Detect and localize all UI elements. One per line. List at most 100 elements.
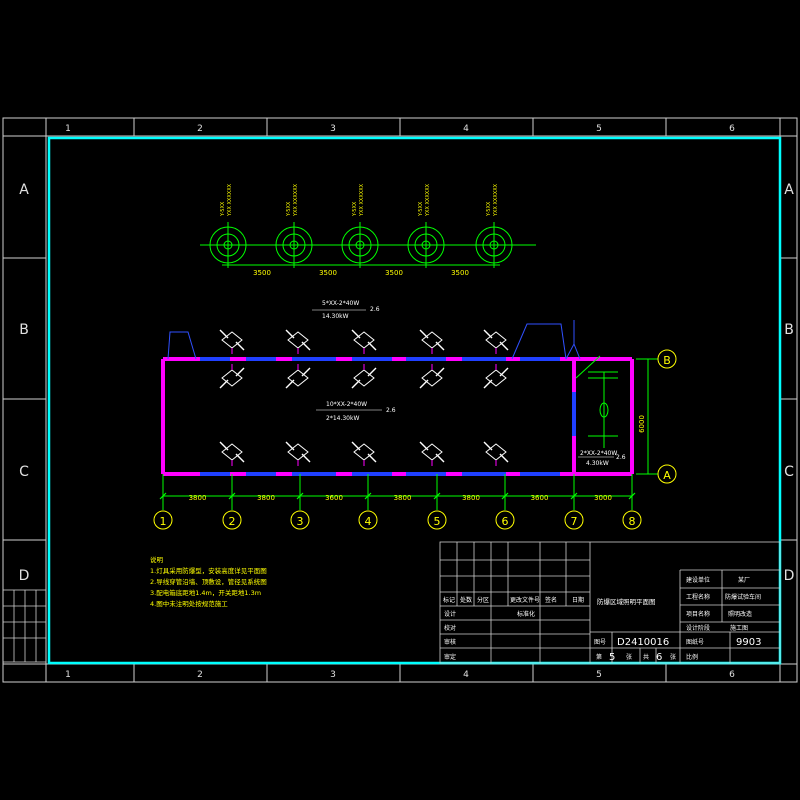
circuit-2-power: 2*14.30kW [326,415,359,422]
right-row-value: 防爆试验车间 [725,593,761,601]
right-row-label: 工程名称 [686,593,710,601]
notes-line: 3.配电箱底距地1.4m，开关距地1.3m [150,588,261,597]
left-margin-table [2,589,47,663]
cad-drawing: 1 2 3 4 5 6 1 2 3 4 5 6 A B C D A B C D … [2,117,798,683]
axis-letter-a: A [663,469,671,482]
light-fixture [483,441,509,466]
sheet-label: 张 [670,653,676,661]
right-row-label: 建设单位 [686,576,710,584]
axis-number: 2 [229,515,236,528]
drawing-title: 防爆区域照明平面图 [597,597,656,606]
lamp-label: Y-5XX [220,201,226,217]
circuit-1-power: 14.30kW [322,313,349,320]
col-label-bottom: 3 [330,670,336,680]
notes: 说明 1.灯具采用防爆型，安装高度详见平面图 2.导线穿管沿墙、顶敷设，管径见系… [150,555,267,608]
axis-grid: 1 3800 2 3800 3 3600 4 3800 5 3800 6 3600 7 3000 8 [153,474,642,530]
lamp-symbol: Y-5XX YXX XXXXXX [407,183,445,268]
light-fixture [483,364,509,389]
drawing-code: 9903 [736,637,761,648]
row-label-right: D [784,568,795,584]
lamp-sublabel: YXX XXXXXX [293,183,299,217]
sign-row: 审定 [444,653,456,661]
light-fixture [285,441,311,466]
axis-number: 3 [297,515,304,528]
light-fixture [351,364,377,389]
sign-row: 校对 [444,624,456,632]
axis-number: 4 [365,515,372,528]
light-fixture [419,329,445,354]
col-label-top: 5 [596,124,602,134]
sheet-frame [2,117,798,683]
std-label: 标准化 [517,610,535,618]
code-label: 图纸号 [686,638,704,646]
grid-spacing: 3800 [257,494,275,502]
grid-spacing: 3800 [462,494,480,502]
lamp-spacing: 3500 [385,269,403,277]
col-label-bottom: 2 [197,670,203,680]
drawing-no-label: 图号 [594,639,606,646]
lamp-sublabel: YXX XXXXXX [227,183,233,217]
title-block: 标记 处数 分区 更改文件号 签名 日期 设计 校对 审核 审定 标准化 防爆区… [439,541,781,664]
grid-spacing: 3600 [325,494,343,502]
col-label-top: 3 [330,124,336,134]
light-fixture [285,329,311,354]
rev-header: 分区 [477,596,489,604]
lamp-sublabel: YXX XXXXXX [493,183,499,217]
lamp-label: Y-5XX [418,201,424,217]
sign-row: 审核 [444,638,456,646]
axis-number: 6 [502,515,509,528]
sheet-label: 张 [626,653,632,661]
right-row-value: 施工图 [730,624,748,632]
light-fixture [219,329,245,354]
circuit-annotations: 5*XX-2*40W 2.6 14.30kW 10*XX-2*40W 2.6 2… [312,300,626,467]
col-label-bottom: 5 [596,670,602,680]
row-label-right: C [784,464,794,480]
col-label-top: 1 [65,124,71,134]
light-fixture [351,441,377,466]
row-label-left: B [19,322,29,338]
lamp-symbol: Y-5XX YXX XXXXXX [209,183,247,268]
notes-title: 说明 [150,555,164,564]
circuit-1-text: 5*XX-2*40W [322,300,359,307]
lamp-spacing: 3500 [451,269,469,277]
right-row-label: 项目名称 [686,610,710,618]
circuit-3-tag: 2.6 [616,454,626,461]
circuit-2-tag: 2.6 [386,407,396,414]
col-label-bottom: 6 [729,670,735,680]
axis-letters: B A [657,349,677,484]
col-label-top: 6 [729,124,735,134]
notes-line: 2.导线穿管沿墙、顶敷设，管径见系统图 [150,577,267,586]
right-row-value: 照明改造 [728,610,752,618]
grid-spacing: 3000 [594,494,612,502]
row-label-left: D [19,568,30,584]
lamp-spacing: 3500 [253,269,271,277]
lamp-sublabel: YXX XXXXXX [425,183,431,217]
scale-label: 比例 [686,653,698,661]
rev-header: 日期 [572,596,584,604]
light-fixture [219,441,245,466]
rev-header: 标记 [443,596,455,604]
notes-line: 1.灯具采用防爆型，安装高度详见平面图 [150,566,267,575]
col-label-top: 4 [463,124,469,134]
right-row-label: 设计阶段 [686,624,710,632]
frame-row-labels: A B C D A B C D [19,182,795,584]
depth-dimension: 6000 [638,415,646,433]
row-label-right: A [784,182,794,198]
row-label-right: B [784,322,794,338]
axis-number: 1 [160,515,167,528]
light-fixture [351,329,377,354]
light-fixture [219,364,245,389]
light-fixture [419,364,445,389]
light-fixture [285,364,311,389]
sheet-number: 5 [609,652,615,663]
light-fixture [483,329,509,354]
circuit-3-text: 2*XX-2*40W [580,450,617,457]
row-label-left: A [19,182,29,198]
rev-header: 处数 [460,596,472,604]
rev-header: 更改文件号 [510,596,540,604]
sheet-label: 共 [643,653,649,661]
drawing-number: D2410016 [617,637,669,648]
sheet-label: 第 [596,653,602,661]
right-row-value: 某厂 [738,577,750,584]
lamp-sublabel: YXX XXXXXX [359,183,365,217]
